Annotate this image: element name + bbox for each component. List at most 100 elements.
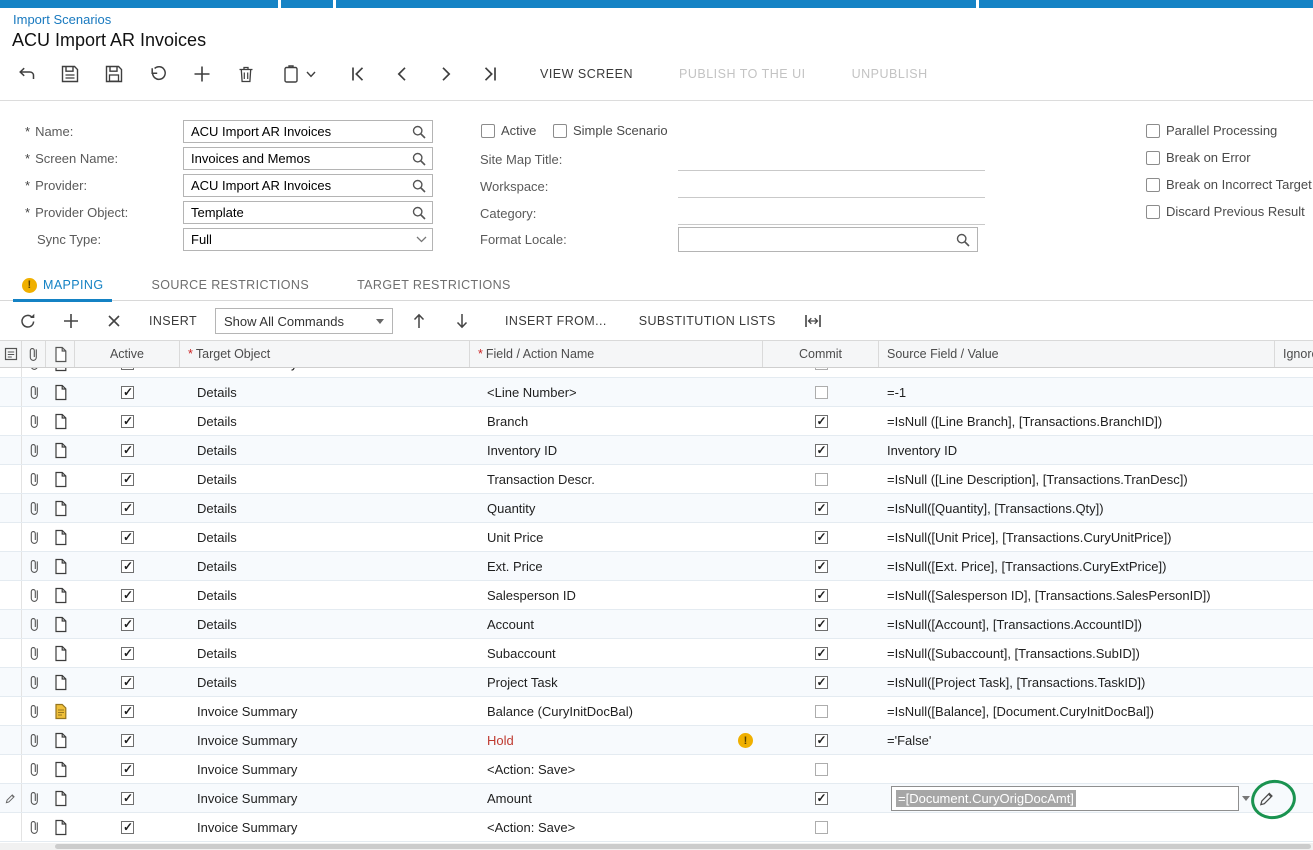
- commit-cell[interactable]: [763, 523, 879, 551]
- target-object-cell[interactable]: Details: [180, 523, 470, 551]
- active-cell[interactable]: [75, 581, 180, 609]
- mapping-row[interactable]: Invoice Summary Balance (CuryInitDocBal)…: [0, 697, 1313, 726]
- field-action-cell[interactable]: Subaccount: [470, 639, 763, 667]
- move-down-icon[interactable]: [440, 306, 483, 336]
- checkbox-box[interactable]: [553, 123, 567, 138]
- source-value-editor[interactable]: =[Document.CuryOrigDocAmt]: [891, 785, 1239, 811]
- field-action-cell[interactable]: Transaction Descr.: [470, 465, 763, 493]
- target-object-cell[interactable]: Details: [180, 610, 470, 638]
- ignore-cell[interactable]: [1275, 697, 1313, 725]
- column-target-object[interactable]: * Target Object: [180, 341, 470, 367]
- attach-file-icon[interactable]: [22, 784, 46, 812]
- field-action-cell[interactable]: Branch: [470, 407, 763, 435]
- editor-dropdown-icon[interactable]: [1242, 795, 1250, 801]
- note-icon[interactable]: [46, 523, 75, 551]
- edit-pencil-icon[interactable]: [1258, 790, 1275, 807]
- field-action-cell[interactable]: <Action: Save>: [470, 755, 763, 783]
- commit-checkbox[interactable]: [814, 501, 828, 515]
- nav-next-icon[interactable]: [424, 59, 468, 89]
- column-line-details[interactable]: [46, 341, 75, 367]
- source-cell[interactable]: Customer Ref.: [879, 368, 1275, 377]
- checkbox-box[interactable]: [481, 123, 495, 138]
- field-action-cell[interactable]: Amount: [470, 784, 763, 812]
- commit-cell[interactable]: [763, 726, 879, 754]
- column-source-field-value[interactable]: Source Field / Value: [879, 341, 1275, 367]
- nav-previous-icon[interactable]: [380, 59, 424, 89]
- commit-cell[interactable]: [763, 465, 879, 493]
- provider-field[interactable]: ACU Import AR Invoices: [183, 174, 433, 197]
- target-object-cell[interactable]: Details: [180, 639, 470, 667]
- field-action-cell[interactable]: Customer Order Nbr.: [470, 368, 763, 377]
- search-icon[interactable]: [411, 124, 427, 140]
- attach-file-icon[interactable]: [22, 523, 46, 551]
- active-cell[interactable]: [75, 378, 180, 406]
- target-object-cell[interactable]: Details: [180, 494, 470, 522]
- source-cell[interactable]: [879, 813, 1275, 841]
- checkbox-box[interactable]: [1146, 150, 1160, 165]
- source-cell[interactable]: =IsNull ([Line Description], [Transactio…: [879, 465, 1275, 493]
- mapping-row[interactable]: Invoice Summary <Action: Save>: [0, 813, 1313, 842]
- attach-file-icon[interactable]: [22, 552, 46, 580]
- target-object-cell[interactable]: Invoice Summary: [180, 697, 470, 725]
- field-action-cell[interactable]: Ext. Price: [470, 552, 763, 580]
- undo-icon[interactable]: [136, 59, 180, 89]
- note-icon[interactable]: [46, 784, 75, 812]
- commit-checkbox[interactable]: [814, 414, 828, 428]
- ignore-cell[interactable]: [1275, 639, 1313, 667]
- attach-file-icon[interactable]: [22, 494, 46, 522]
- active-checkbox[interactable]: [121, 414, 134, 428]
- active-cell[interactable]: [75, 726, 180, 754]
- field-action-cell[interactable]: Account: [470, 610, 763, 638]
- save-icon[interactable]: [92, 59, 136, 89]
- active-checkbox[interactable]: [121, 791, 134, 805]
- commit-checkbox[interactable]: [814, 704, 828, 718]
- refresh-icon[interactable]: [6, 306, 49, 336]
- note-icon[interactable]: [46, 494, 75, 522]
- checkbox-box[interactable]: [1146, 123, 1160, 138]
- ignore-cell[interactable]: [1275, 523, 1313, 551]
- screen-name-field[interactable]: Invoices and Memos: [183, 147, 433, 170]
- target-object-cell[interactable]: Details: [180, 465, 470, 493]
- discard-previous-result-checkbox[interactable]: Discard Previous Result: [1146, 204, 1305, 219]
- search-icon[interactable]: [411, 205, 427, 221]
- target-object-cell[interactable]: Details: [180, 378, 470, 406]
- commit-checkbox[interactable]: [814, 385, 828, 399]
- source-cell[interactable]: =IsNull([Unit Price], [Transactions.Cury…: [879, 523, 1275, 551]
- attach-file-icon[interactable]: [22, 407, 46, 435]
- attach-file-icon[interactable]: [22, 813, 46, 841]
- commit-checkbox[interactable]: [814, 530, 828, 544]
- active-checkbox[interactable]: [121, 762, 134, 776]
- field-action-cell[interactable]: Salesperson ID: [470, 581, 763, 609]
- add-icon[interactable]: [180, 59, 224, 89]
- note-icon[interactable]: [46, 610, 75, 638]
- target-object-cell[interactable]: Invoice Summary: [180, 784, 470, 812]
- commit-checkbox[interactable]: [814, 646, 828, 660]
- attach-file-icon[interactable]: [22, 465, 46, 493]
- field-action-cell[interactable]: Inventory ID: [470, 436, 763, 464]
- mapping-row[interactable]: Details Subaccount =IsNull([Subaccount],…: [0, 639, 1313, 668]
- category-field[interactable]: [678, 204, 985, 225]
- commit-checkbox[interactable]: [814, 559, 828, 573]
- copy-paste-menu[interactable]: [268, 59, 328, 89]
- note-icon[interactable]: [46, 465, 75, 493]
- commit-checkbox[interactable]: [814, 617, 828, 631]
- active-cell[interactable]: [75, 436, 180, 464]
- mapping-row[interactable]: Details Quantity =IsNull([Quantity], [Tr…: [0, 494, 1313, 523]
- break-on-error-checkbox[interactable]: Break on Error: [1146, 150, 1251, 165]
- note-icon[interactable]: [46, 378, 75, 406]
- mapping-row[interactable]: Details Project Task =IsNull([Project Ta…: [0, 668, 1313, 697]
- attach-file-icon[interactable]: [22, 755, 46, 783]
- note-icon[interactable]: [46, 639, 75, 667]
- target-object-cell[interactable]: Details: [180, 581, 470, 609]
- source-cell[interactable]: =IsNull([Salesperson ID], [Transactions.…: [879, 581, 1275, 609]
- field-action-cell[interactable]: <Action: Save>: [470, 813, 763, 841]
- add-row-icon[interactable]: [49, 306, 92, 336]
- field-action-cell[interactable]: Project Task: [470, 668, 763, 696]
- commit-cell[interactable]: [763, 407, 879, 435]
- active-cell[interactable]: [75, 368, 180, 377]
- commit-cell[interactable]: [763, 755, 879, 783]
- ignore-cell[interactable]: [1275, 610, 1313, 638]
- target-object-cell[interactable]: Invoice Summary: [180, 368, 470, 377]
- target-object-cell[interactable]: Invoice Summary: [180, 813, 470, 841]
- active-cell[interactable]: [75, 813, 180, 841]
